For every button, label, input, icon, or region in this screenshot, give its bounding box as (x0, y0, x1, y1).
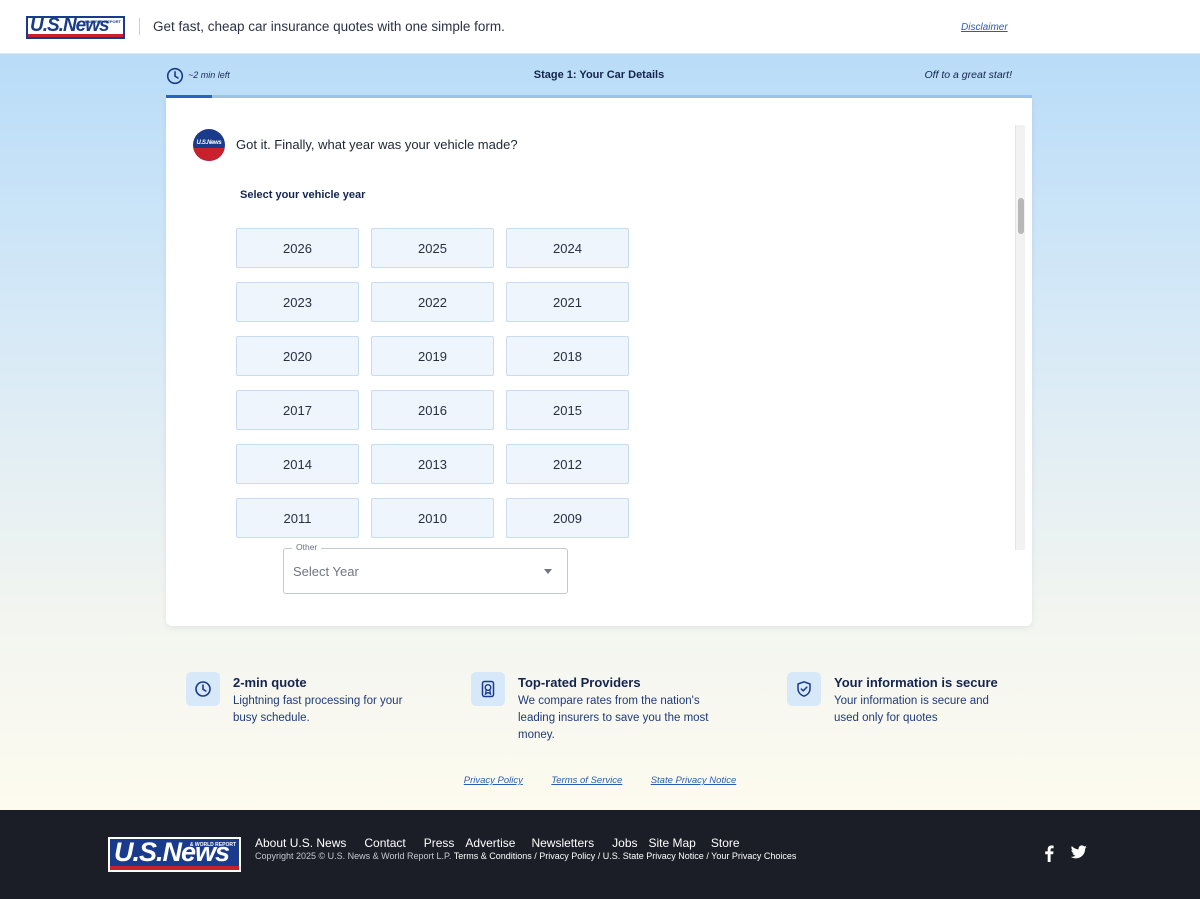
year-button-2010[interactable]: 2010 (371, 498, 494, 538)
footer-link-newsletters[interactable]: Newsletters (531, 836, 594, 850)
footer-nav: About U.S. News Contact Press Advertise News… (255, 836, 758, 850)
privacy-policy-link[interactable]: Privacy Policy (464, 775, 523, 786)
footer-link-about[interactable]: About U.S. News (255, 836, 346, 850)
other-year-label: Other (292, 542, 322, 552)
other-year-select[interactable]: Other Select Year (283, 542, 568, 594)
year-button-2013[interactable]: 2013 (371, 444, 494, 484)
award-icon (471, 672, 505, 706)
footer-link-store[interactable]: Store (711, 836, 740, 850)
year-button-2023[interactable]: 2023 (236, 282, 359, 322)
top-header: U.S.News & WORLD REPORT Get fast, cheap … (0, 0, 1200, 54)
facebook-icon[interactable] (1043, 845, 1055, 862)
feature-description: We compare rates from the nation's leadi… (518, 695, 709, 741)
footer-link-advertise[interactable]: Advertise (465, 836, 515, 850)
progress-message: Off to a great start! (924, 69, 1012, 81)
footer-link-site-map[interactable]: Site Map (649, 836, 696, 850)
logo-red-stripe (28, 34, 123, 37)
year-button-2011[interactable]: 2011 (236, 498, 359, 538)
progress-header: ~2 min left Stage 1: Your Car Details Of… (166, 66, 1032, 86)
feature-description: Lightning fast processing for your busy … (233, 695, 403, 724)
footer-link-press[interactable]: Press (424, 836, 455, 850)
year-button-2017[interactable]: 2017 (236, 390, 359, 430)
year-button-2015[interactable]: 2015 (506, 390, 629, 430)
footer-usnews-logo[interactable]: U.S.News & WORLD REPORT (108, 837, 241, 872)
copyright-line: Copyright 2025 © U.S. News & World Repor… (255, 851, 796, 861)
terms-of-service-link[interactable]: Terms of Service (551, 775, 622, 786)
year-button-2024[interactable]: 2024 (506, 228, 629, 268)
year-button-2025[interactable]: 2025 (371, 228, 494, 268)
chevron-down-icon (544, 569, 552, 574)
scrollbar-thumb[interactable] (1018, 198, 1024, 234)
other-year-value: Select Year (293, 564, 359, 579)
avatar: U.S.News (193, 129, 225, 161)
disclaimer-link[interactable]: Disclaimer (961, 22, 1008, 33)
card-scrollbar[interactable] (1015, 125, 1025, 550)
year-button-2026[interactable]: 2026 (236, 228, 359, 268)
header-tagline: Get fast, cheap car insurance quotes wit… (153, 19, 505, 34)
clock-icon (186, 672, 220, 706)
state-privacy-notice-link[interactable]: State Privacy Notice (651, 775, 737, 786)
year-button-2020[interactable]: 2020 (236, 336, 359, 376)
question-card: U.S.News Got it. Finally, what year was … (166, 98, 1032, 626)
year-grid: 2026 2025 2024 2023 2022 2021 2020 2019 … (236, 228, 632, 538)
footer-logo-subtext: & WORLD REPORT (189, 842, 236, 848)
header-divider (139, 18, 140, 35)
year-button-2019[interactable]: 2019 (371, 336, 494, 376)
select-year-label: Select your vehicle year (240, 189, 366, 201)
footer-link-contact[interactable]: Contact (364, 836, 405, 850)
legal-links: Privacy Policy Terms of Service State Pr… (0, 770, 1200, 788)
copyright-text: Copyright 2025 © U.S. News & World Repor… (255, 851, 452, 861)
year-button-2018[interactable]: 2018 (506, 336, 629, 376)
feature-description: Your information is secure and used only… (834, 695, 989, 724)
site-footer: U.S.News & WORLD REPORT About U.S. News C… (0, 810, 1200, 899)
footer-logo-inner: U.S.News & WORLD REPORT (110, 839, 239, 870)
logo-subtext: & WORLD REPORT (84, 19, 121, 24)
year-button-2016[interactable]: 2016 (371, 390, 494, 430)
shield-check-icon (787, 672, 821, 706)
year-button-2009[interactable]: 2009 (506, 498, 629, 538)
year-button-2022[interactable]: 2022 (371, 282, 494, 322)
twitter-icon[interactable] (1071, 845, 1087, 859)
feature-title: Your information is secure (834, 675, 998, 690)
footer-link-jobs[interactable]: Jobs (612, 836, 637, 850)
avatar-red-half (193, 148, 225, 161)
feature-title: 2-min quote (233, 675, 307, 690)
avatar-text: U.S.News (196, 140, 222, 146)
year-button-2021[interactable]: 2021 (506, 282, 629, 322)
question-text: Got it. Finally, what year was your vehi… (236, 137, 518, 152)
copyright-links[interactable]: Terms & Conditions / Privacy Policy / U.… (454, 851, 797, 861)
footer-logo-red-stripe (110, 866, 239, 870)
feature-title: Top-rated Providers (518, 675, 641, 690)
year-button-2014[interactable]: 2014 (236, 444, 359, 484)
stage-title: Stage 1: Your Car Details (533, 69, 665, 81)
year-button-2012[interactable]: 2012 (506, 444, 629, 484)
usnews-logo[interactable]: U.S.News & WORLD REPORT (26, 16, 125, 39)
